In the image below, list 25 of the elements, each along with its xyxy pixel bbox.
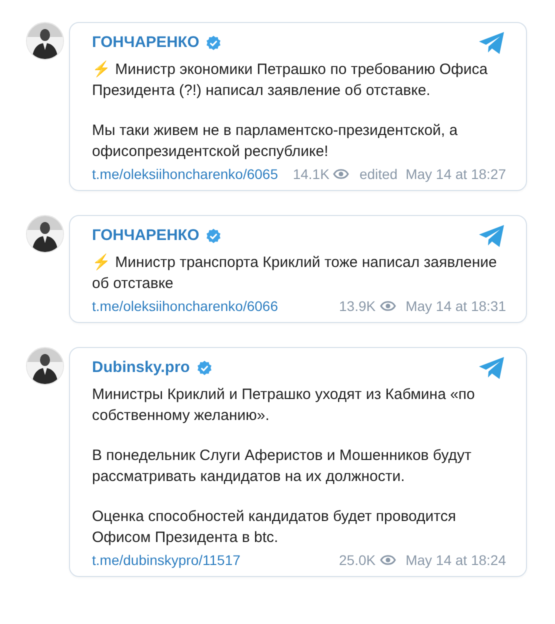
channel-name[interactable]: ГОНЧАРЕНКО bbox=[92, 227, 200, 245]
channel-name[interactable]: ГОНЧАРЕНКО bbox=[92, 34, 200, 52]
paper-plane-icon bbox=[478, 31, 506, 55]
post-link[interactable]: t.me/oleksiihoncharenko/6065 bbox=[92, 166, 278, 182]
view-count: 25.0K bbox=[339, 552, 376, 568]
view-count: 13.9K bbox=[339, 298, 376, 314]
post-text: Оценка способностей кандидатов будет проводится Офисом Президента в btc. bbox=[92, 507, 457, 548]
paper-plane-icon bbox=[478, 224, 506, 248]
eye-icon bbox=[380, 554, 396, 566]
edited-label: edited bbox=[359, 166, 398, 182]
eye-icon bbox=[380, 300, 396, 312]
post-date: May 14 at 18:24 bbox=[406, 552, 506, 568]
channel-name[interactable]: Dubinsky.pro bbox=[92, 359, 190, 377]
view-count: 14.1K bbox=[292, 166, 330, 182]
post-text: ⚡ Министр экономики Петрашко по требованию Офиса Президента (?!) написал заявление об отставке. bbox=[92, 60, 489, 101]
eye-icon bbox=[333, 168, 350, 180]
post-link[interactable]: t.me/oleksiihoncharenko/6066 bbox=[92, 298, 278, 314]
post-date: May 14 at 18:27 bbox=[406, 166, 506, 182]
post-text: Министры Криклий и Петрашко уходят из Кабмина «по собственному желанию». bbox=[92, 385, 476, 426]
post-link[interactable]: t.me/dubinskypro/11517 bbox=[92, 552, 240, 568]
post-text: В понедельник Слуги Аферистов и Мошенников будут рассматривать кандидатов на их должности. bbox=[92, 446, 472, 487]
post-text: Мы таки живем не в парламентско-президентской, а офисопрезидентской республике! bbox=[92, 121, 459, 162]
post-text: ⚡ Министр транспорта Криклий тоже написал заявление об отставке bbox=[92, 252, 498, 294]
post-date: May 14 at 18:31 bbox=[406, 298, 506, 314]
paper-plane-icon bbox=[478, 356, 506, 380]
